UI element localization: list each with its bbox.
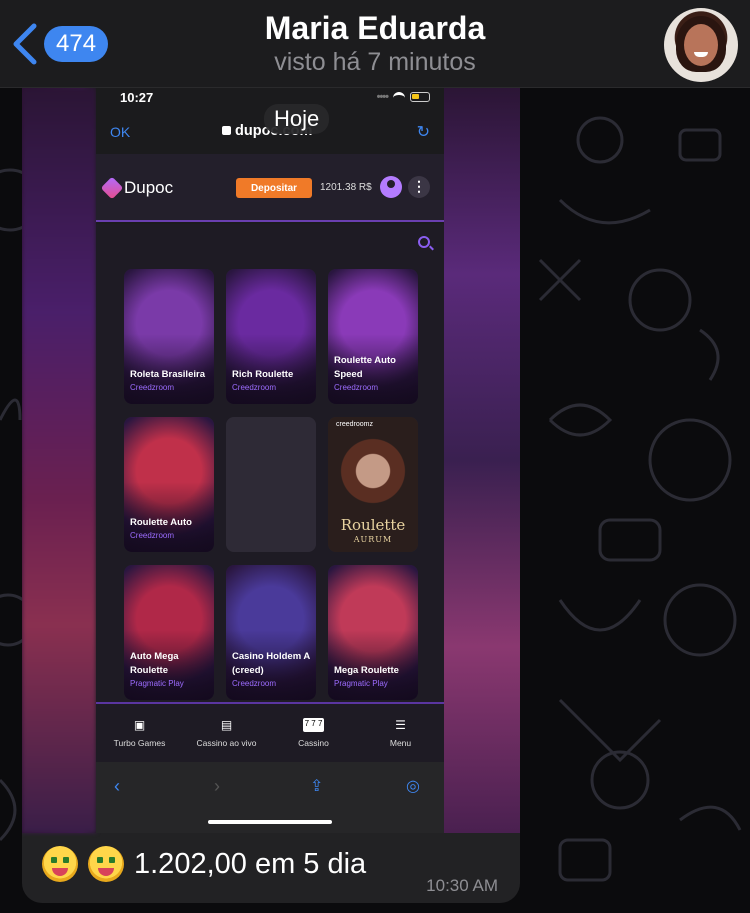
share-icon: ⇪ [310,778,324,795]
game-card: Roleta Brasileira Creedzroom [124,269,214,404]
site-header: Dupoc Depositar 1201.38 R$ ⋮ [96,154,444,222]
phone-screenshot: 10:27 •••• OK dupoc.com ↻ Dupoc Deposita… [96,88,444,833]
nav-label: Cassino ao vivo [196,738,257,748]
safari-ok-button: OK [110,124,131,140]
game-card: Roulette Auto Speed Creedzroom [328,269,418,404]
date-pill: Hoje [264,104,330,134]
chat-header: 474 Maria Eduarda visto há 7 minutos [0,0,750,88]
logo-mark-icon [100,176,124,200]
game-card: Auto Mega Roulette Pragmatic Play [124,565,214,700]
game-provider: Pragmatic Play [130,679,184,688]
menu-icon: ☰ [395,718,406,732]
nav-label: Menu [389,738,412,748]
game-name: Roulette Auto Speed [334,355,396,380]
game-subtitle-art: AURUM [353,535,393,544]
search-icon [418,236,430,248]
game-provider: Pragmatic Play [334,679,388,688]
game-card: Casino Holdem A (creed) Creedzroom [226,565,316,700]
nav-item: ▣ Turbo Games [100,718,180,762]
game-name: Casino Holdem A (creed) [232,651,310,676]
balance: 1201.38 R$ [320,182,372,193]
avatar[interactable] [664,8,738,82]
chat-title[interactable]: Maria Eduarda [0,10,750,47]
user-icon [380,176,402,198]
message-caption: 1.202,00 em 5 dia [42,846,366,882]
games-grid: Roleta Brasileira Creedzroom Rich Roulette… [96,224,444,702]
game-card: Rich Roulette Creedzroom [226,269,316,404]
money-face-emoji-icon [88,846,124,882]
safari-toolbar: ‹ › ⇪ ◎ [96,762,444,833]
lock-icon [222,126,231,135]
safari-forward-icon: › [214,776,220,796]
game-title-art: Roulette [340,516,406,534]
nav-item: 7 7 7 Cassino [274,718,354,762]
signal-icon: •••• [376,91,389,103]
more-icon: ⋮ [408,176,430,198]
message-time: 10:30 AM [426,876,498,895]
message-text: 1.202,00 em 5 dia [134,847,367,880]
message-photo[interactable]: 10:27 •••• OK dupoc.com ↻ Dupoc Deposita… [22,88,520,833]
game-card: creedroomz Roulette AURUM [328,417,418,552]
ios-time: 10:27 [120,90,154,105]
game-name: Roulette Auto [130,517,192,528]
nav-item: ▤ Cassino ao vivo [187,718,267,762]
safari-back-icon: ‹ [114,776,120,796]
nav-label: Turbo Games [113,738,166,748]
game-provider: Creedzroom [232,383,277,392]
game-provider: Creedzroom [130,383,175,392]
game-card: Roulette Auto Creedzroom [124,417,214,552]
site-bottom-nav: ▣ Turbo Games ▤ Cassino ao vivo 7 7 7 Cassino… [96,702,444,762]
home-indicator [208,820,332,824]
compass-icon: ◎ [406,778,420,795]
live-casino-icon: ▤ [220,718,233,732]
message-bubble[interactable]: 10:27 •••• OK dupoc.com ↻ Dupoc Deposita… [22,88,520,903]
battery-icon [410,92,430,102]
game-name: Rich Roulette [232,369,294,380]
game-card [226,417,316,552]
provider-logo: creedroomz [336,421,373,428]
deposit-button: Depositar [236,178,312,198]
game-artwork [226,417,316,552]
game-card: Mega Roulette Pragmatic Play [328,565,418,700]
money-face-emoji-icon [42,846,78,882]
game-name: Roleta Brasileira [130,369,205,380]
chat-status: visto há 7 minutos [274,48,476,76]
game-name: Mega Roulette [334,665,399,676]
site-logo: Dupoc [100,176,174,200]
game-provider: Creedzroom [334,383,379,392]
nav-label: Cassino [298,738,329,748]
game-provider: Creedzroom [130,531,175,540]
reload-icon: ↻ [416,124,430,141]
game-name: Auto Mega Roulette [130,651,179,676]
casino-icon: 7 7 7 [302,718,325,732]
brand-name: Dupoc [124,178,174,197]
wifi-icon [393,92,405,102]
turbo-games-icon: ▣ [133,718,146,732]
nav-item: ☰ Menu [361,718,441,762]
game-provider: Creedzroom [232,679,277,688]
